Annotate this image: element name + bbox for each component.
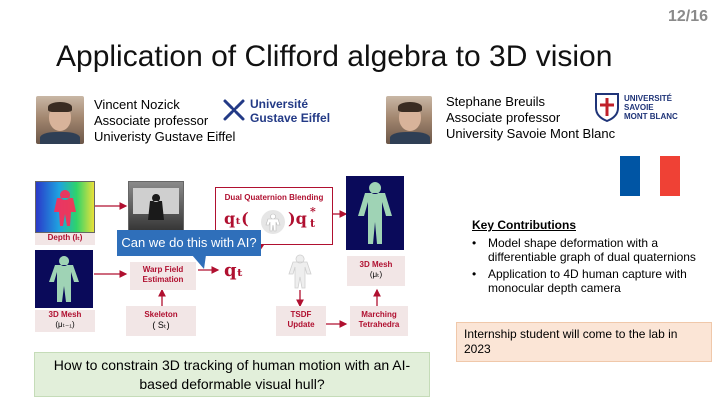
dq-formula-star: *: [310, 205, 316, 218]
warp-label-1: Warp Field: [142, 265, 184, 274]
warp-field-estimation-box: Warp Field Estimation: [130, 262, 196, 290]
internship-note: Internship student will come to the lab …: [456, 322, 712, 362]
qt-symbol: qₜ: [224, 260, 244, 281]
tsdf-label-1: TSDF: [290, 310, 312, 319]
mesh-output-label: 3D Mesh (μₜ): [347, 256, 405, 286]
dq-formula-subscript: t: [310, 217, 316, 230]
usmb-logo-line1: UNIVERSITÉ: [624, 94, 673, 103]
ghost-mesh-figure: [288, 254, 312, 289]
blended-figure-icon: [261, 210, 285, 234]
tsdf-label-2: Update: [287, 320, 315, 329]
photo-vincent-nozick: [36, 96, 84, 144]
research-question: How to constrain 3D tracking of human mo…: [34, 352, 430, 397]
key-contributions-list: • Model shape deformation with a differen…: [472, 236, 712, 298]
rgb-frame-image: [128, 181, 184, 233]
ugf-logo-icon: [223, 99, 245, 121]
photo-stephane-breuils: [386, 96, 432, 144]
french-flag: [620, 156, 680, 196]
slide-title: Application of Clifford algebra to 3D vi…: [56, 40, 613, 73]
list-item: • Model shape deformation with a differen…: [472, 236, 696, 264]
person-2-info: Stephane Breuils Associate professor Uni…: [446, 94, 615, 142]
tsdf-update-box: TSDF Update: [276, 306, 326, 336]
depth-label: Depth (Iₜ): [35, 233, 95, 245]
mesh-prev-image: [35, 250, 93, 308]
mesh-out-title: 3D Mesh: [359, 260, 393, 269]
skeleton-box: Skeleton ( Sₜ): [126, 306, 196, 336]
usmb-logo-line2: SAVOIE: [624, 103, 654, 112]
dq-formula-left: qₜ(: [224, 209, 249, 228]
callout-pointer: [192, 255, 206, 269]
depth-image: [35, 181, 95, 233]
marching-label-2: Tetrahedra: [358, 320, 400, 329]
dq-label: Dual Quaternion Blending: [224, 193, 324, 202]
person-2-affiliation: University Savoie Mont Blanc: [446, 126, 616, 141]
usmb-shield-icon: [595, 93, 619, 122]
key-contribution-2: Application to 4D human capture with mon…: [488, 267, 687, 295]
marching-tetrahedra-box: Marching Tetrahedra: [350, 306, 408, 336]
ugf-logo-line2: Gustave Eiffel: [250, 111, 331, 125]
usmb-logo-line3: MONT BLANC: [624, 112, 678, 121]
skeleton-subscript: ( Sₜ): [152, 320, 170, 330]
ugf-logo-line1: Université: [250, 97, 309, 111]
mesh-prev-label: 3D Mesh (μₜ₋₁): [35, 310, 95, 332]
marching-label-1: Marching: [361, 310, 397, 319]
list-item: • Application to 4D human capture with mo…: [472, 267, 687, 295]
key-contributions-title: Key Contributions: [472, 218, 576, 232]
person-1-name: Vincent Nozick: [94, 97, 180, 112]
logo-universite-gustave-eiffel: Université Gustave Eiffel: [222, 96, 332, 128]
ai-callout: Can we do this with AI?: [117, 230, 261, 256]
warp-label-2: Estimation: [142, 275, 184, 284]
person-1-info: Vincent Nozick Associate professor Unive…: [94, 97, 235, 145]
skeleton-label: Skeleton: [144, 310, 178, 319]
person-2-name: Stephane Breuils: [446, 94, 546, 109]
person-1-role: Associate professor: [94, 113, 209, 128]
mesh-output-image: [346, 176, 404, 250]
mesh-prev-title: 3D Mesh: [48, 310, 82, 319]
person-1-affiliation: Univeristy Gustave Eiffel: [94, 129, 236, 144]
mesh-out-subscript: (μₜ): [369, 270, 383, 279]
slide-page-number: 12/16: [667, 8, 708, 25]
person-2-role: Associate professor: [446, 110, 561, 125]
dq-formula-right: )q: [288, 209, 307, 228]
logo-universite-savoie-mont-blanc: UNIVERSITÉ SAVOIE MONT BLANC: [594, 92, 690, 126]
key-contribution-1: Model shape deformation with a different…: [488, 236, 696, 264]
mesh-prev-subscript: (μₜ₋₁): [55, 320, 75, 329]
